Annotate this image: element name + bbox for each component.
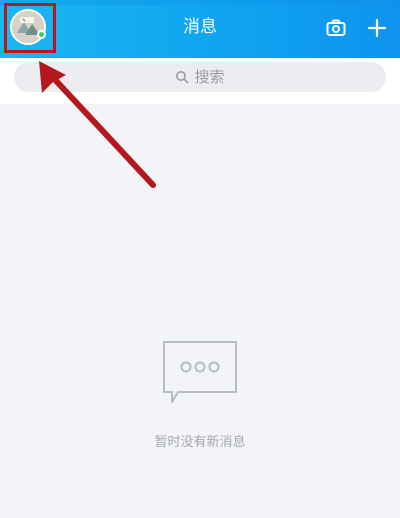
message-bubble-icon	[163, 341, 237, 403]
status-bar-strip	[0, 0, 400, 5]
plus-icon[interactable]	[367, 18, 387, 38]
header-bar: ✎ 消息	[0, 0, 400, 58]
camera-icon[interactable]	[326, 18, 346, 38]
search-icon	[176, 71, 189, 84]
avatar-highlight-box	[4, 3, 56, 53]
empty-message-text: 暂时没有新消息	[154, 435, 246, 450]
search-placeholder: 搜索	[194, 68, 225, 86]
search-input[interactable]: 搜索	[14, 62, 386, 92]
search-section: 搜索	[0, 58, 400, 104]
